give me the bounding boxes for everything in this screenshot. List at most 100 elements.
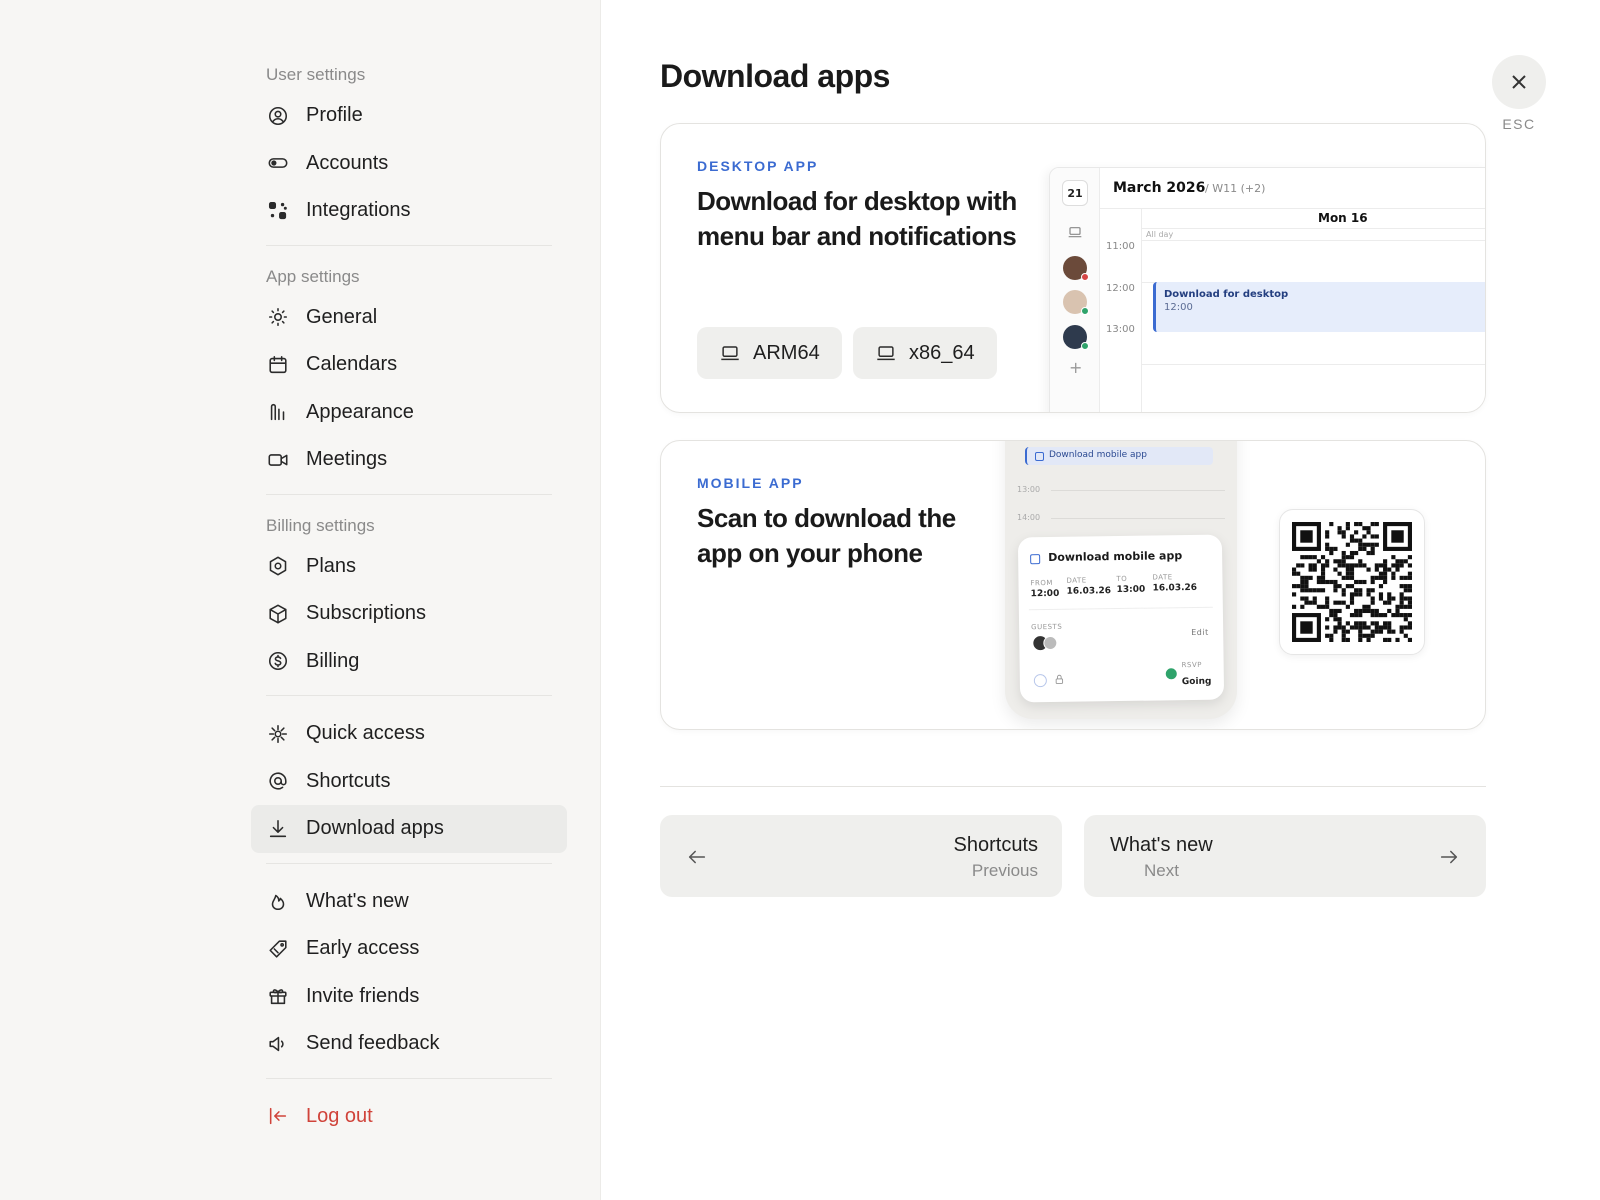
desktop-app-card: DESKTOP APP Download for desktop with me… [660, 123, 1486, 413]
from-label: FROM [1030, 578, 1054, 588]
edit-guests-button[interactable]: Edit [1191, 628, 1209, 637]
event-sheet: Download mobile app FROM 12:00 DATE 16.0… [1017, 534, 1225, 703]
sidebar-nav: User settings Profile Accounts Integrati… [251, 58, 567, 1140]
tag-icon [266, 937, 290, 961]
add-icon: + [1069, 358, 1083, 377]
divider [266, 695, 552, 696]
sidebar-item-send-feedback[interactable]: Send feedback [251, 1020, 567, 1068]
sidebar-item-label: Quick access [306, 722, 425, 745]
event-time: 12:00 [1164, 302, 1193, 313]
avatar [1063, 325, 1089, 350]
rsvp-label: RSVP [1181, 660, 1203, 670]
logout-icon [266, 1104, 290, 1128]
download-icon [266, 817, 290, 841]
settings-sidebar: User settings Profile Accounts Integrati… [0, 0, 601, 1200]
avatar [1063, 256, 1089, 281]
previous-label: Previous [971, 861, 1038, 880]
sidebar-item-early-access[interactable]: Early access [251, 925, 567, 973]
next-title: What's new [1110, 834, 1213, 856]
divider [1051, 518, 1225, 519]
sidebar-item-label: Invite friends [306, 984, 420, 1007]
sidebar-item-label: Meetings [306, 448, 388, 471]
previous-page-button[interactable]: Shortcuts Previous [660, 815, 1062, 897]
divider [266, 493, 552, 495]
sidebar-item-calendars[interactable]: Calendars [251, 341, 567, 389]
time-label: 11:00 [1106, 241, 1135, 252]
to-time: 13:00 [1116, 584, 1146, 596]
divider [1141, 228, 1485, 229]
megaphone-icon [266, 1032, 290, 1056]
sidebar-item-billing[interactable]: Billing [251, 638, 567, 686]
guests-label: GUESTS [1031, 622, 1063, 632]
qr-code [1279, 509, 1425, 655]
sidebar-item-label: Subscriptions [306, 602, 427, 625]
sidebar-item-label: What's new [306, 889, 409, 912]
calendar-icon [266, 353, 290, 377]
page-title: Download apps [660, 58, 890, 94]
arrow-right-icon [1440, 850, 1458, 864]
divider [1141, 208, 1142, 412]
divider [1100, 208, 1485, 209]
sidebar-item-label: Plans [306, 554, 357, 577]
close-button[interactable] [1492, 55, 1546, 109]
sidebar-item-label: Profile [306, 104, 363, 127]
sidebar-item-integrations[interactable]: Integrations [251, 187, 567, 235]
hexagon-icon [266, 554, 290, 578]
all-day-label: All day [1146, 230, 1174, 239]
sidebar-item-profile[interactable]: Profile [251, 92, 567, 140]
logout-button[interactable]: Log out [251, 1093, 567, 1141]
cube-icon [266, 602, 290, 626]
sidebar-item-label: Integrations [306, 199, 411, 222]
to-label: TO [1116, 574, 1128, 584]
dollar-icon [266, 649, 290, 673]
user-settings-heading: User settings [266, 65, 366, 84]
arrow-left-icon [688, 850, 706, 864]
time-label: 13:00 [1017, 485, 1041, 494]
event-title: Download for desktop [1164, 289, 1289, 300]
divider [1141, 240, 1485, 241]
sidebar-item-general[interactable]: General [251, 294, 567, 342]
sidebar-item-download-apps[interactable]: Download apps [251, 805, 567, 853]
sidebar-item-label: Download apps [306, 817, 444, 840]
mobile-eyebrow: MOBILE APP [697, 475, 804, 491]
sidebar-item-label: Appearance [306, 400, 414, 423]
sidebar-item-invite-friends[interactable]: Invite friends [251, 973, 567, 1021]
phone-event: Download mobile app [1025, 447, 1213, 465]
sidebar-item-meetings[interactable]: Meetings [251, 436, 567, 484]
check-icon [1165, 668, 1177, 680]
profile-icon [266, 104, 290, 128]
video-icon [266, 448, 290, 472]
divider [1051, 490, 1225, 491]
day-header: Mon 16 [1318, 211, 1368, 225]
sidebar-item-appearance[interactable]: Appearance [251, 389, 567, 437]
avatar [1063, 290, 1089, 315]
sun-gear-icon [266, 305, 290, 329]
sidebar-item-label: Billing [306, 649, 360, 672]
download-arm64-button[interactable]: ARM64 [697, 327, 842, 379]
sidebar-item-quick-access[interactable]: Quick access [251, 710, 567, 758]
color-dot [1033, 674, 1047, 688]
laptop-icon [1068, 227, 1082, 238]
mobile-heading: Scan to download the app on your phone [697, 503, 956, 568]
divider [1141, 364, 1485, 365]
app-settings-heading: App settings [266, 266, 360, 286]
qr-code-image [1292, 522, 1412, 642]
sparkle-icon [266, 722, 290, 746]
checkbox-icon [1035, 452, 1044, 461]
rsvp-value[interactable]: Going [1182, 677, 1212, 687]
sidebar-item-shortcuts[interactable]: Shortcuts [251, 758, 567, 806]
desktop-heading: Download for desktop with menu bar and n… [697, 186, 1017, 251]
esc-hint: ESC [1502, 116, 1536, 132]
next-page-button[interactable]: What's new Next [1084, 815, 1486, 897]
sidebar-item-plans[interactable]: Plans [251, 543, 567, 591]
divider [1028, 606, 1213, 611]
at-icon [266, 769, 290, 793]
download-x86-button[interactable]: x86_64 [853, 327, 997, 379]
calendar-week: / W11 (+2) [1205, 182, 1266, 195]
calendar-month: March 2026 [1113, 180, 1206, 196]
sidebar-item-whats-new[interactable]: What's new [251, 878, 567, 926]
day-badge: 21 [1062, 180, 1088, 206]
sheet-title: Download mobile app [1048, 549, 1183, 565]
sidebar-item-accounts[interactable]: Accounts [251, 140, 567, 188]
sidebar-item-subscriptions[interactable]: Subscriptions [251, 590, 567, 638]
